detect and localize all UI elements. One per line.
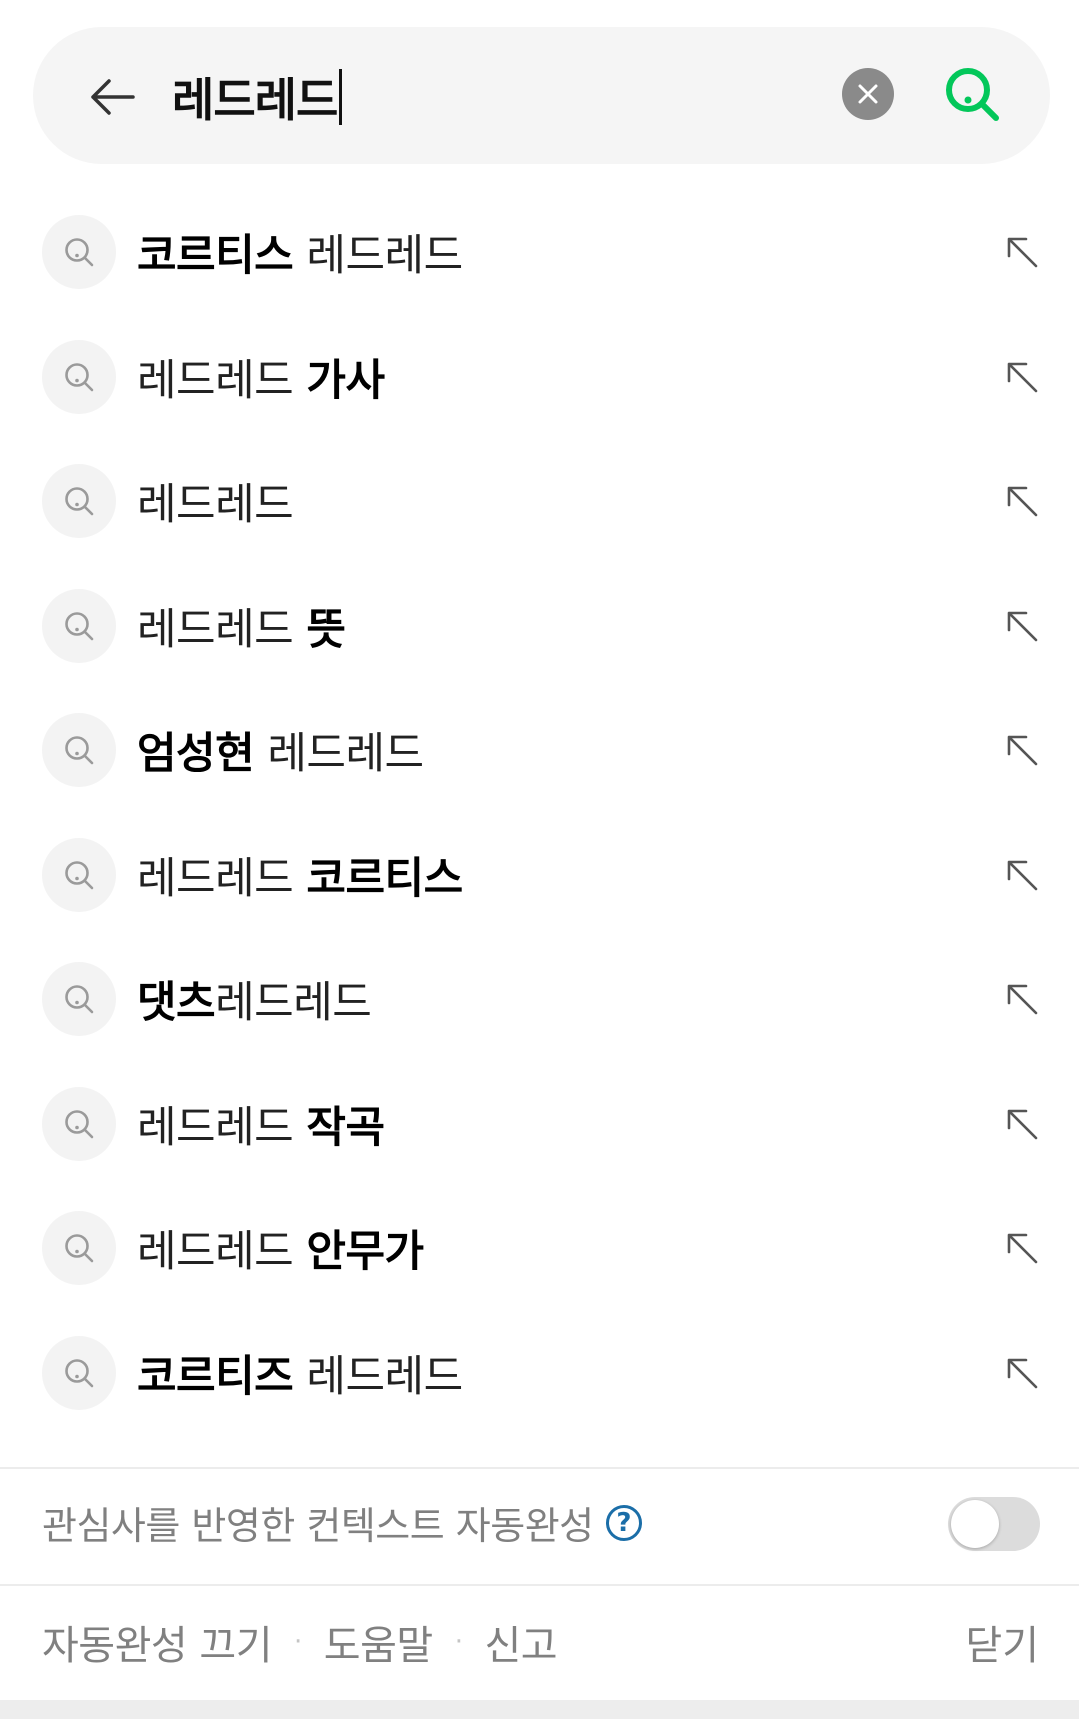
turn-off-autocomplete-link[interactable]: 자동완성 끄기 bbox=[42, 1613, 273, 1671]
search-icon bbox=[42, 215, 116, 290]
suggestion-query-part: 레드레드 bbox=[254, 729, 424, 780]
clear-search-button[interactable] bbox=[842, 68, 894, 120]
search-input[interactable]: 레드레드 bbox=[172, 62, 343, 132]
footer-links: 자동완성 끄기 · 도움말 · 신고 bbox=[42, 1612, 558, 1672]
arrow-left-icon bbox=[91, 79, 135, 115]
suggestion-item[interactable]: 레드레드 안무가 bbox=[0, 1186, 1079, 1311]
arrow-up-left-icon[interactable] bbox=[1000, 230, 1044, 274]
suggestion-item[interactable]: 엄성현 레드레드 bbox=[0, 688, 1079, 813]
suggestion-query-part: 레드레드 bbox=[293, 231, 463, 282]
back-button[interactable] bbox=[78, 62, 148, 132]
suggestion-item[interactable]: 레드레드 코르티스 bbox=[0, 813, 1079, 938]
search-icon bbox=[42, 588, 116, 663]
context-autocomplete-toggle[interactable] bbox=[948, 1497, 1040, 1551]
close-button[interactable]: 닫기 bbox=[965, 1612, 1039, 1672]
suggestion-highlight: 작곡 bbox=[306, 1102, 385, 1153]
context-autocomplete-row: 관심사를 반영한 컨텍스트 자동완성 ? bbox=[42, 1495, 642, 1550]
arrow-up-left-icon[interactable] bbox=[1000, 728, 1044, 772]
search-query-text: 레드레드 bbox=[172, 73, 338, 127]
search-icon bbox=[42, 837, 116, 912]
separator: · bbox=[454, 1627, 463, 1657]
search-icon bbox=[42, 339, 116, 414]
arrow-up-left-icon[interactable] bbox=[1000, 1102, 1044, 1146]
search-icon bbox=[42, 713, 116, 788]
bottom-strip bbox=[0, 1700, 1079, 1719]
search-icon bbox=[42, 1211, 116, 1286]
suggestion-query-part: 레드레드 bbox=[137, 1227, 307, 1278]
suggestion-text: 레드레드 뜻 bbox=[137, 595, 346, 657]
suggestion-item[interactable]: 레드레드 뜻 bbox=[0, 564, 1079, 689]
suggestion-highlight: 가사 bbox=[306, 355, 385, 406]
suggestion-query-part: 레드레드 bbox=[137, 355, 307, 406]
suggestion-highlight: 안무가 bbox=[306, 1227, 424, 1278]
suggestion-text: 코르티즈 레드레드 bbox=[137, 1342, 463, 1404]
suggestion-query-part: 레드레드 bbox=[137, 853, 307, 904]
close-icon bbox=[858, 84, 878, 104]
suggestion-text: 레드레드 안무가 bbox=[137, 1217, 424, 1279]
search-icon bbox=[42, 1335, 116, 1410]
suggestion-item[interactable]: 레드레드 bbox=[0, 439, 1079, 564]
suggestion-text: 엄성현 레드레드 bbox=[137, 719, 424, 781]
suggestion-query-part: 레드레드 bbox=[137, 480, 294, 531]
suggestion-item[interactable]: 레드레드 작곡 bbox=[0, 1062, 1079, 1187]
suggestion-text: 코르티스 레드레드 bbox=[137, 221, 463, 283]
suggestion-highlight: 코르티스 bbox=[306, 853, 463, 904]
search-icon bbox=[42, 464, 116, 539]
suggestion-item[interactable]: 레드레드 가사 bbox=[0, 315, 1079, 440]
suggestion-highlight: 코르티스 bbox=[137, 231, 294, 282]
search-icon bbox=[42, 962, 116, 1037]
arrow-up-left-icon[interactable] bbox=[1000, 604, 1044, 648]
search-icon bbox=[946, 68, 999, 121]
report-link[interactable]: 신고 bbox=[484, 1613, 557, 1671]
text-caret bbox=[339, 69, 343, 125]
toggle-knob bbox=[951, 1500, 999, 1548]
suggestion-item[interactable]: 코르티스 레드레드 bbox=[0, 190, 1079, 315]
arrow-up-left-icon[interactable] bbox=[1000, 355, 1044, 399]
suggestion-text: 레드레드 코르티스 bbox=[137, 844, 463, 906]
arrow-up-left-icon[interactable] bbox=[1000, 853, 1044, 897]
suggestion-highlight: 엄성현 bbox=[137, 729, 255, 780]
suggestion-text: 댓츠레드레드 bbox=[137, 968, 372, 1030]
suggestion-text: 레드레드 가사 bbox=[137, 346, 385, 408]
divider bbox=[0, 1467, 1079, 1469]
suggestion-text: 레드레드 작곡 bbox=[137, 1093, 385, 1155]
context-autocomplete-label: 관심사를 반영한 컨텍스트 자동완성 bbox=[42, 1504, 594, 1548]
help-icon[interactable]: ? bbox=[605, 1504, 642, 1541]
arrow-up-left-icon[interactable] bbox=[1000, 1226, 1044, 1270]
suggestion-item[interactable]: 코르티즈 레드레드 bbox=[0, 1311, 1079, 1436]
suggestion-highlight: 댓츠 bbox=[137, 978, 216, 1029]
suggestion-query-part: 레드레드 bbox=[215, 978, 372, 1029]
arrow-up-left-icon[interactable] bbox=[1000, 977, 1044, 1021]
suggestion-query-part: 레드레드 bbox=[293, 1351, 463, 1402]
search-submit-button[interactable] bbox=[938, 60, 1006, 128]
search-icon bbox=[42, 1086, 116, 1161]
divider bbox=[0, 1584, 1079, 1586]
arrow-up-left-icon[interactable] bbox=[1000, 479, 1044, 523]
suggestion-list: 코르티스 레드레드 레드레드 가사 레드레드 레드레드 뜻 엄성현 레드레드 레드레드 코… bbox=[0, 190, 1079, 1435]
suggestion-query-part: 레드레드 bbox=[137, 604, 307, 655]
suggestion-query-part: 레드레드 bbox=[137, 1102, 307, 1153]
help-link[interactable]: 도움말 bbox=[324, 1613, 433, 1671]
suggestion-highlight: 코르티즈 bbox=[137, 1351, 294, 1402]
separator: · bbox=[294, 1627, 302, 1657]
arrow-up-left-icon[interactable] bbox=[1000, 1351, 1044, 1395]
suggestion-highlight: 뜻 bbox=[306, 604, 346, 655]
suggestion-text: 레드레드 bbox=[137, 470, 294, 532]
suggestion-item[interactable]: 댓츠레드레드 bbox=[0, 937, 1079, 1062]
